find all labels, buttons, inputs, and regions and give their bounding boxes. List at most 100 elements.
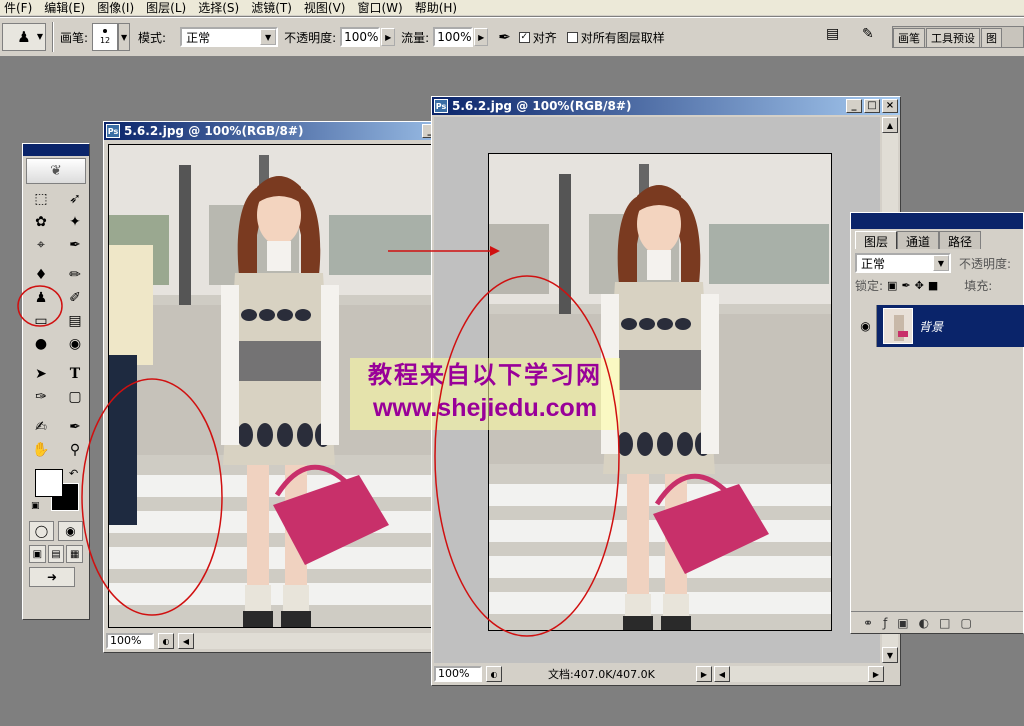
zoom-input[interactable]: 100% [434,666,482,682]
lock-transparency-icon[interactable]: ▣ [887,279,897,292]
feather-logo-icon[interactable]: ❦ [26,158,86,184]
flow-label: 流量: [401,30,430,45]
menu-select[interactable]: 选择(S) [194,0,247,16]
marquee-tool-icon[interactable]: ⬚ [28,188,54,210]
document-titlebar[interactable]: Ps 5.6.2.jpg @ 100%(RGB/8#) _ □ × [104,122,476,140]
menu-window[interactable]: 窗口(W) [353,0,410,16]
slice-tool-icon[interactable]: ✒ [62,234,88,256]
status-menu-button[interactable]: ▶ [696,666,712,682]
tab-paths[interactable]: 路径 [939,231,982,249]
tab-layers[interactable]: 图层 [855,231,898,249]
toolbox-titlebar[interactable] [23,144,89,156]
maximize-button[interactable]: □ [864,99,880,113]
lock-all-icon[interactable]: ■ [928,279,938,292]
new-layer-icon[interactable]: ▢ [960,616,971,630]
healing-brush-tool-icon[interactable]: ♦ [28,264,54,286]
swap-colors-icon[interactable]: ↶ [69,467,78,480]
horizontal-scrollbar[interactable]: ◀ ▶ [714,666,884,682]
brush-preview[interactable]: 12 [92,23,119,51]
layer-mask-icon[interactable]: ▣ [897,616,908,630]
toggle-palettes-icon[interactable]: ✎ [862,26,874,42]
palette-tab-more[interactable]: 图 [981,28,1002,47]
menu-image[interactable]: 图像(I) [93,0,142,16]
opacity-slider-button[interactable]: ▶ [381,28,396,46]
scroll-left-button[interactable]: ◀ [178,633,194,649]
document-size-info: 文档:407.0K/407.0K [548,668,655,681]
lock-image-icon[interactable]: ✒ [901,279,910,292]
scroll-right-button[interactable]: ▶ [868,666,884,682]
photoshop-doc-icon: Ps [434,99,448,113]
clone-stamp-tool-icon[interactable]: ♟ [28,287,54,309]
flow-input[interactable]: 100% [433,27,474,47]
magic-wand-tool-icon[interactable]: ✦ [62,211,88,233]
adjustment-layer-icon[interactable]: ◐ [919,616,929,630]
flow-slider-button[interactable]: ▶ [474,28,489,46]
status-info-button[interactable]: ◐ [486,666,502,682]
palette-tab-tool-presets[interactable]: 工具预设 [926,28,980,47]
tab-channels[interactable]: 通道 [897,231,940,249]
move-tool-icon[interactable]: ➶ [62,188,88,210]
eyedropper-tool-icon[interactable]: ✒ [62,416,88,438]
new-group-icon[interactable]: □ [939,616,950,630]
full-screen-mode-icon[interactable]: ▦ [66,545,84,563]
close-button[interactable]: × [882,99,898,113]
horizontal-scrollbar[interactable]: ◀ ▶ [178,633,448,649]
blur-tool-icon[interactable]: ● [28,333,54,355]
full-screen-menu-mode-icon[interactable]: ▤ [47,545,65,563]
notes-tool-icon[interactable]: ✍ [28,416,54,438]
quick-mask-mode-icon[interactable]: ◉ [58,521,83,541]
lasso-tool-icon[interactable]: ✿ [28,211,54,233]
lock-position-icon[interactable]: ✥ [915,279,924,292]
eye-icon[interactable]: ◉ [855,305,877,347]
sample-all-layers-checkbox[interactable] [566,31,578,43]
scroll-up-button[interactable]: ▲ [882,117,898,133]
minimize-button[interactable]: _ [846,99,862,113]
menu-filter[interactable]: 滤镜(T) [247,0,300,16]
foreground-color-swatch[interactable] [35,469,63,497]
aligned-label: 对齐 [532,30,557,45]
menu-help[interactable]: 帮助(H) [411,0,465,16]
menu-file[interactable]: 件(F) [0,0,40,16]
status-info-button[interactable]: ◐ [158,633,174,649]
pen-tool-icon[interactable]: ✑ [28,386,54,408]
mode-select[interactable]: 正常 ▼ [180,27,279,47]
type-tool-icon[interactable]: T [62,363,88,385]
link-icon[interactable]: ⚭ [863,616,873,630]
path-selection-tool-icon[interactable]: ➤ [28,363,54,385]
file-browser-icon[interactable]: ▤ [826,26,839,42]
standard-screen-mode-icon[interactable]: ▣ [29,545,46,563]
brush-dropdown-button[interactable]: ▼ [118,23,131,51]
scroll-down-button[interactable]: ▼ [882,647,898,663]
dodge-tool-icon[interactable]: ◉ [62,333,88,355]
default-colors-icon[interactable]: ▣ [31,501,40,511]
opacity-input[interactable]: 100% [340,27,381,47]
status-bar: 100% ◐ ◀ ▶ [106,632,474,650]
hand-tool-icon[interactable]: ✋ [28,439,54,461]
layer-row-background[interactable]: ◉ 背景 [855,305,1024,347]
menu-view[interactable]: 视图(V) [300,0,354,16]
palette-tab-brushes[interactable]: 画笔 [893,28,925,47]
rectangle-tool-icon[interactable]: ▢ [62,386,88,408]
standard-mode-icon[interactable]: ◯ [29,521,54,541]
menu-edit[interactable]: 编辑(E) [40,0,93,16]
aligned-checkbox[interactable]: ✓ [518,31,530,43]
scroll-left-button[interactable]: ◀ [714,666,730,682]
brush-tool-icon[interactable]: ✏ [62,264,88,286]
status-bar: 100% ◐ 文档:407.0K/407.0K ▶ ◀ ▶ [434,665,898,683]
zoom-input[interactable]: 100% [106,633,154,649]
jump-to-imageready-icon[interactable]: ➜ [29,567,75,587]
gradient-tool-icon[interactable]: ▤ [62,310,88,332]
document-titlebar[interactable]: Ps 5.6.2.jpg @ 100%(RGB/8#) _ □ × [432,97,900,115]
airbrush-icon[interactable]: ✒ [498,28,511,46]
tool-preset-picker[interactable]: ♟ ▼ [2,23,46,51]
history-brush-tool-icon[interactable]: ✐ [62,287,88,309]
eraser-tool-icon[interactable]: ▭ [28,310,54,332]
crop-tool-icon[interactable]: ⌖ [28,234,54,256]
blend-mode-select[interactable]: 正常 ▼ [855,253,951,273]
layer-style-icon[interactable]: ƒ [883,616,887,630]
zoom-tool-icon[interactable]: ⚲ [62,439,88,461]
menu-layer[interactable]: 图层(L) [142,0,194,16]
palette-titlebar[interactable] [851,213,1023,229]
document-title: 5.6.2.jpg @ 100%(RGB/8#) [124,124,304,138]
chevron-down-icon: ▼ [260,29,277,45]
